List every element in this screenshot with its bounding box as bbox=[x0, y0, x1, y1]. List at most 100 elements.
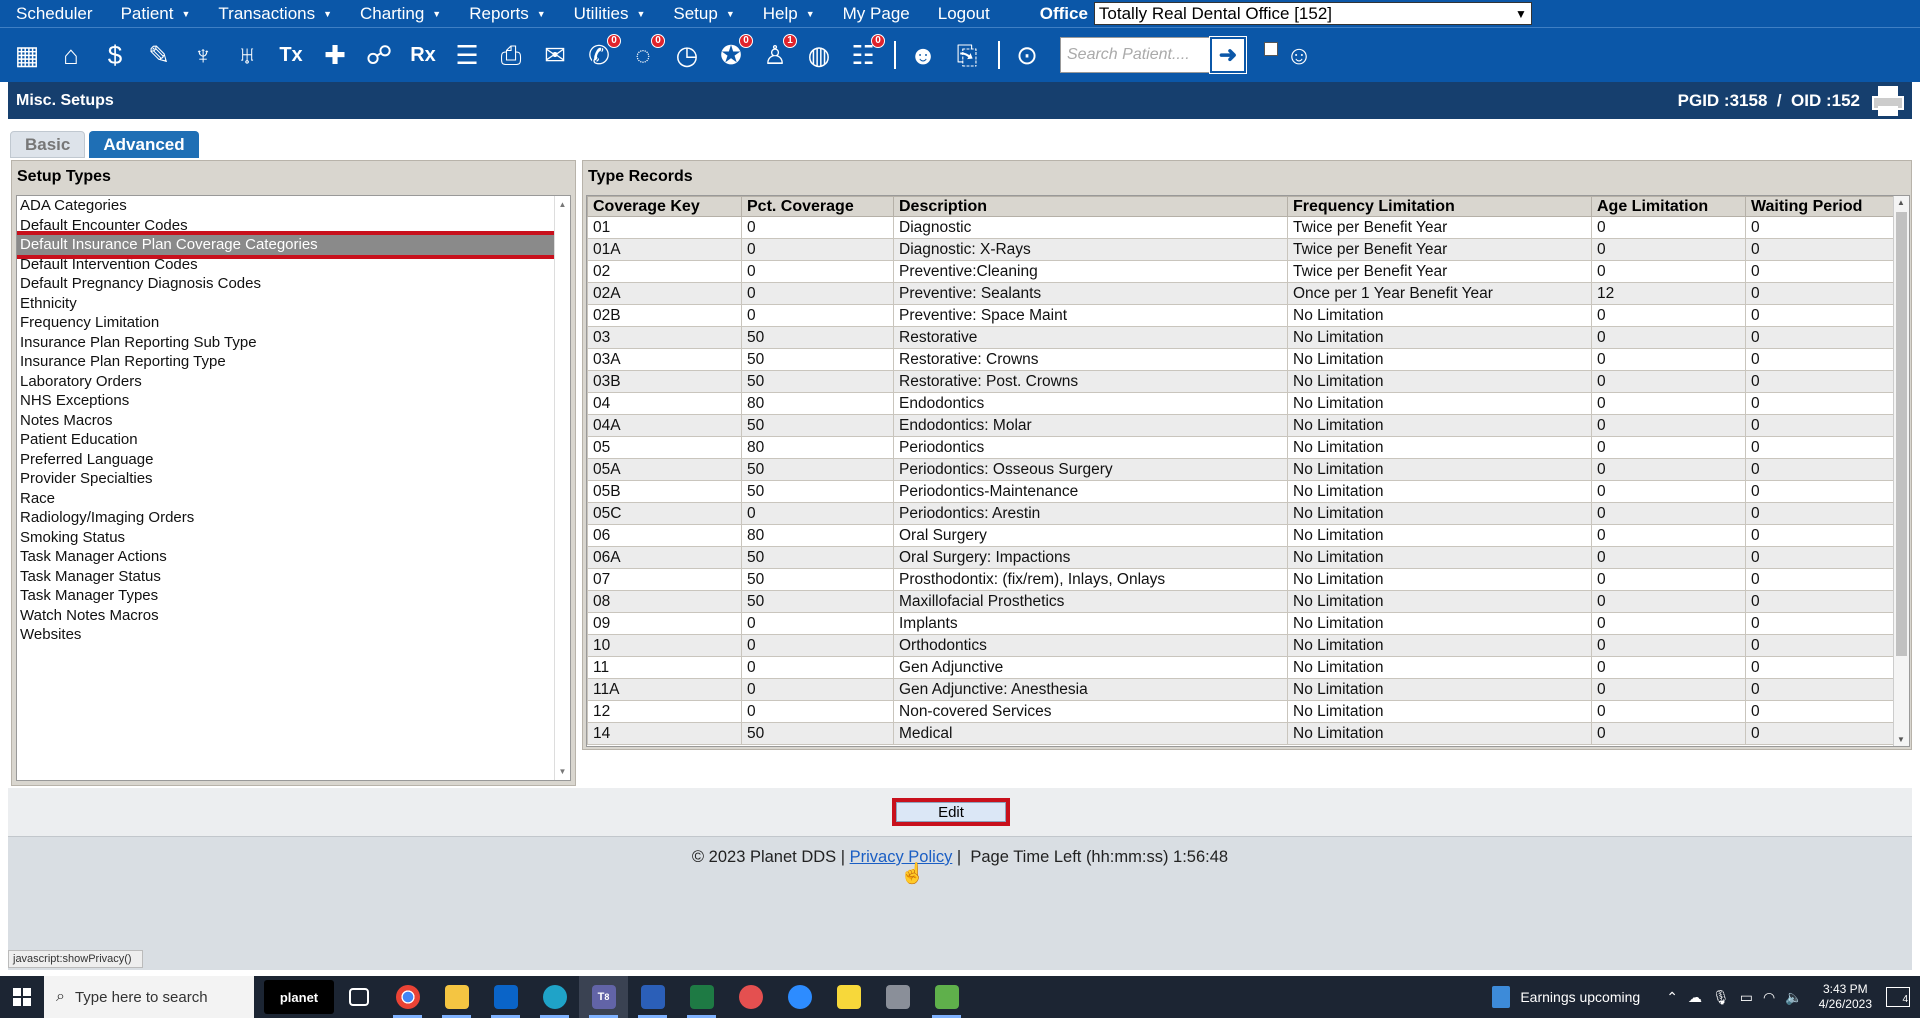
calendar-icon[interactable]: ▦ bbox=[10, 38, 44, 72]
table-row[interactable]: 06 80 Oral Surgery No Limitation 0 0 bbox=[587, 524, 1896, 547]
table-row[interactable]: 05C 0 Periodontics: Arestin No Limitation 0 0 bbox=[587, 502, 1896, 525]
menu-scheduler[interactable]: Scheduler bbox=[16, 4, 93, 24]
list-item[interactable]: Provider Specialties bbox=[17, 469, 570, 489]
list-item[interactable]: Patient Education bbox=[17, 430, 570, 450]
tooth-chart-icon[interactable]: ♅ bbox=[230, 38, 264, 72]
list-item[interactable]: Smoking Status bbox=[17, 528, 570, 548]
menu-utilities[interactable]: Utilities ▼ bbox=[574, 4, 646, 24]
column-header[interactable]: Coverage Key bbox=[587, 196, 742, 217]
table-row[interactable]: 12 0 Non-covered Services No Limitation 0 0 bbox=[587, 700, 1896, 723]
scroll-down-icon[interactable]: ▼ bbox=[559, 767, 567, 776]
table-row[interactable]: 04 80 Endodontics No Limitation 0 0 bbox=[587, 392, 1896, 415]
table-row[interactable]: 02 0 Preventive:Cleaning Twice per Benefit … bbox=[587, 260, 1896, 283]
expand-circle-icon[interactable]: ⊙ bbox=[1010, 38, 1044, 72]
toolbar-checkbox[interactable] bbox=[1264, 42, 1278, 56]
taskbar-clock[interactable]: 3:43 PM 4/26/2023 bbox=[1819, 982, 1872, 1012]
table-row[interactable]: 10 0 Orthodontics No Limitation 0 0 bbox=[587, 634, 1896, 657]
fax-icon[interactable]: ⎘ bbox=[950, 38, 984, 72]
list-item[interactable]: Radiology/Imaging Orders bbox=[17, 508, 570, 528]
scroll-down-icon[interactable]: ▼ bbox=[1897, 735, 1905, 744]
setup-types-list[interactable]: ADA Categories Default Encounter Codes Def… bbox=[16, 195, 571, 781]
table-row[interactable]: 01 0 Diagnostic Twice per Benefit Year 0 0 bbox=[587, 216, 1896, 239]
menu-reports[interactable]: Reports ▼ bbox=[469, 4, 545, 24]
file-explorer-icon[interactable] bbox=[432, 976, 481, 1018]
table-row[interactable]: 05B 50 Periodontics-Maintenance No Limitati… bbox=[587, 480, 1896, 503]
table-row[interactable]: 03 50 Restorative No Limitation 0 0 bbox=[587, 326, 1896, 349]
column-header[interactable]: Description bbox=[893, 196, 1288, 217]
alerts-icon[interactable]: ✪ 0 bbox=[714, 34, 753, 72]
windows-start-icon[interactable] bbox=[0, 976, 44, 1018]
list-item[interactable]: Insurance Plan Reporting Type bbox=[17, 352, 570, 372]
menu-help[interactable]: Help ▼ bbox=[763, 4, 815, 24]
add-patient-icon[interactable]: ✚ bbox=[318, 38, 352, 72]
planet-app-icon[interactable]: planet bbox=[264, 980, 334, 1014]
sticky-notes-icon[interactable] bbox=[824, 976, 873, 1018]
menu-patient[interactable]: Patient ▼ bbox=[121, 4, 191, 24]
table-row[interactable]: 11 0 Gen Adjunctive No Limitation 0 0 bbox=[587, 656, 1896, 679]
table-row[interactable]: 05 80 Periodontics No Limitation 0 0 bbox=[587, 436, 1896, 459]
volume-icon[interactable]: 🔈 bbox=[1785, 989, 1802, 1006]
scroll-up-icon[interactable]: ▲ bbox=[559, 200, 567, 209]
office-select[interactable]: Totally Real Dental Office [152] ▼ bbox=[1093, 2, 1532, 25]
rx-icon[interactable]: Rx bbox=[406, 38, 440, 72]
table-row[interactable]: 03B 50 Restorative: Post. Crowns No Limitat… bbox=[587, 370, 1896, 393]
table-row[interactable]: 03A 50 Restorative: Crowns No Limitation 0 0 bbox=[587, 348, 1896, 371]
team-icon[interactable]: ☺ bbox=[1282, 38, 1316, 72]
list-item[interactable]: Preferred Language bbox=[17, 450, 570, 470]
printer-icon[interactable] bbox=[1872, 85, 1904, 116]
dollar-icon[interactable]: $ bbox=[98, 38, 132, 72]
column-header[interactable]: Frequency Limitation bbox=[1287, 196, 1592, 217]
outlook-icon[interactable] bbox=[481, 976, 530, 1018]
table-row[interactable]: 07 50 Prosthodontix: (fix/rem), Inlays, On… bbox=[587, 568, 1896, 591]
menu-transactions[interactable]: Transactions ▼ bbox=[218, 4, 332, 24]
chevron-up-icon[interactable]: ⌃ bbox=[1666, 989, 1678, 1006]
prescription-icon[interactable]: Tx bbox=[274, 38, 308, 72]
taskbar-search-input[interactable]: ⌕ Type here to search bbox=[44, 976, 254, 1018]
messages-icon[interactable]: ✆ 0 bbox=[582, 34, 621, 72]
search-go-arrow-icon[interactable]: ➜ bbox=[1209, 36, 1247, 74]
table-row[interactable]: 02A 0 Preventive: Sealants Once per 1 Year … bbox=[587, 282, 1896, 305]
table-row[interactable]: 08 50 Maxillofacial Prosthetics No Limitati… bbox=[587, 590, 1896, 613]
battery-icon[interactable]: ▭ bbox=[1740, 989, 1753, 1006]
list-item[interactable]: Task Manager Status bbox=[17, 567, 570, 587]
clock-icon[interactable]: ◷ bbox=[670, 38, 704, 72]
list-item[interactable]: Websites bbox=[17, 625, 570, 645]
list-item[interactable]: Default Intervention Codes bbox=[17, 255, 570, 275]
globe-icon[interactable]: ◍ bbox=[802, 38, 836, 72]
list-item[interactable]: Laboratory Orders bbox=[17, 372, 570, 392]
microphone-icon[interactable]: 🎙 bbox=[1712, 989, 1730, 1006]
tab-advanced[interactable]: Advanced bbox=[89, 131, 199, 158]
excel-icon[interactable] bbox=[677, 976, 726, 1018]
column-header[interactable]: Waiting Period bbox=[1745, 196, 1896, 217]
table-row[interactable]: 06A 50 Oral Surgery: Impactions No Limitati… bbox=[587, 546, 1896, 569]
snip-sketch-icon[interactable] bbox=[922, 976, 971, 1018]
calculator-icon[interactable] bbox=[873, 976, 922, 1018]
mail-icon[interactable]: ✉ bbox=[538, 38, 572, 72]
word-icon[interactable] bbox=[628, 976, 677, 1018]
menu-setup[interactable]: Setup ▼ bbox=[673, 4, 734, 24]
list-item[interactable]: Default Encounter Codes bbox=[17, 216, 570, 236]
list-item[interactable]: Default Insurance Plan Coverage Categori… bbox=[17, 231, 566, 259]
list-item[interactable]: Frequency Limitation bbox=[17, 313, 570, 333]
column-header[interactable]: Pct. Coverage bbox=[741, 196, 894, 217]
news-widget[interactable]: Earnings upcoming bbox=[1492, 986, 1640, 1008]
list-item[interactable]: Race bbox=[17, 489, 570, 509]
search-patient-input[interactable]: Search Patient.... bbox=[1060, 37, 1210, 73]
list-item[interactable]: Notes Macros bbox=[17, 411, 570, 431]
onedrive-icon[interactable]: ☁ bbox=[1688, 989, 1702, 1006]
family-icon[interactable]: ☍ bbox=[362, 38, 396, 72]
table-scrollbar[interactable]: ▲ ▼ bbox=[1893, 196, 1909, 746]
chrome-icon[interactable] bbox=[383, 976, 432, 1018]
menu-logout[interactable]: Logout bbox=[938, 4, 990, 24]
teams-icon[interactable]: T8 bbox=[579, 976, 628, 1018]
snipping-tool-icon[interactable] bbox=[726, 976, 775, 1018]
people-icon[interactable]: ♙ 1 bbox=[758, 34, 797, 72]
list-scrollbar[interactable]: ▲ ▼ bbox=[554, 196, 570, 780]
menu-my-page[interactable]: My Page bbox=[843, 4, 910, 24]
print-icon[interactable]: ⎙ bbox=[494, 38, 528, 72]
list-item[interactable]: Default Pregnancy Diagnosis Codes bbox=[17, 274, 570, 294]
column-header[interactable]: Age Limitation bbox=[1591, 196, 1746, 217]
list-item[interactable]: ADA Categories bbox=[17, 196, 570, 216]
edit-button[interactable]: Edit bbox=[892, 798, 1010, 826]
list-item[interactable]: Watch Notes Macros bbox=[17, 606, 570, 626]
